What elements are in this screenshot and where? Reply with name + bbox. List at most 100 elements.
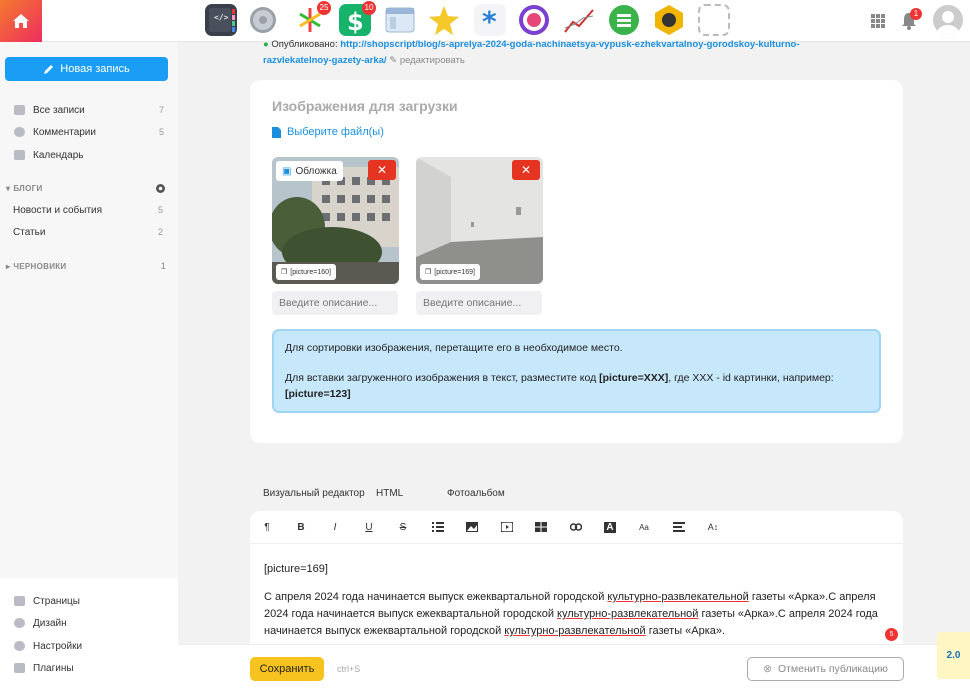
shop-app[interactable]: $ 10 (339, 1, 376, 36)
list-app[interactable] (608, 4, 640, 36)
cover-tag: ▣ Обложка (276, 161, 343, 181)
cover-label: Обложка (295, 165, 337, 177)
delete-image-button[interactable]: ✕ (512, 160, 540, 180)
align-button[interactable] (671, 519, 687, 535)
photo-app[interactable] (518, 4, 550, 36)
hexagon-app[interactable] (653, 4, 685, 36)
list-button[interactable] (430, 519, 446, 535)
bold-button[interactable]: B (293, 519, 309, 535)
published-info: ● Опубликовано: http://shopscript/blog/s… (263, 37, 863, 69)
insert-hint-text: , где XXX - id картинки, например: (668, 372, 834, 384)
font-size-button[interactable]: Aa (636, 519, 652, 535)
edit-url-link[interactable]: ✎ редактировать (389, 55, 465, 66)
sidebar-item-news[interactable]: Новости и события 5 (13, 201, 163, 219)
file-icon (272, 126, 281, 138)
italic-button[interactable]: I (327, 519, 343, 535)
star-app[interactable] (428, 4, 460, 36)
version-badge[interactable]: 2.0 (937, 632, 970, 679)
sidebar: Новая запись Все записи 7 Комментарии 5 … (0, 42, 178, 689)
home-icon (13, 14, 29, 28)
sidebar-bottom-menu: Страницы Дизайн Настройки Плагины (0, 578, 178, 689)
sidebar-item-pages[interactable]: Страницы (14, 592, 164, 610)
list-icon (432, 522, 444, 532)
comments-icon (14, 127, 25, 137)
sidebar-item-count: 2 (157, 227, 163, 237)
sidebar-item-comments[interactable]: Комментарии 5 (14, 123, 164, 141)
post-url-part2: razvlekatelnoy-gazety-arka/ (263, 55, 387, 66)
image-description-input[interactable] (272, 291, 398, 315)
link-button[interactable] (568, 519, 584, 535)
user-icon (937, 11, 959, 35)
image-thumbnail[interactable]: ✕ ❐ [picture=169] (416, 157, 543, 284)
video-button[interactable] (499, 519, 515, 535)
strikethrough-button[interactable]: S (395, 519, 411, 535)
bold-icon: B (297, 521, 305, 533)
empty-app-slot[interactable] (698, 4, 730, 36)
sidebar-item-label: Страницы (33, 595, 80, 607)
paragraph-button[interactable]: ¶ (259, 519, 275, 535)
text-run: газеты «Арка». (698, 608, 778, 620)
sidebar-item-label: Плагины (33, 662, 74, 674)
picture-code-tag[interactable]: ❐ [picture=169] (420, 264, 480, 280)
save-button[interactable]: Сохранить (250, 657, 324, 681)
code-editor-app[interactable]: </> (205, 4, 237, 36)
photo-app-icon (519, 5, 549, 35)
underline-icon: U (365, 521, 373, 533)
asterisk-app[interactable]: * (474, 4, 506, 38)
font-size-icon: Aa (639, 522, 649, 532)
sparkle-app[interactable]: 25 (294, 1, 331, 36)
unpublish-button[interactable]: ⊗ Отменить публикацию (747, 657, 904, 681)
gear-icon (14, 641, 25, 651)
image-button[interactable] (464, 519, 480, 535)
text-color-button[interactable]: A (602, 519, 618, 535)
graph-app-icon (564, 9, 594, 33)
sidebar-item-label: Дизайн (33, 617, 67, 629)
palette-icon (14, 618, 25, 628)
sidebar-item-count: 5 (158, 127, 164, 137)
window-app-icon (385, 7, 415, 33)
check-circle-icon: ● (263, 39, 269, 50)
new-post-button[interactable]: Новая запись (5, 57, 168, 81)
table-button[interactable] (533, 519, 549, 535)
paragraph-icon: ¶ (264, 521, 270, 533)
misspelled-word: культурно-развлекательной (607, 591, 749, 603)
choose-files-button[interactable]: Выберите файл(ы) (272, 126, 384, 138)
tab-html[interactable]: HTML (376, 488, 403, 499)
insert-hint-example: [picture=123] (285, 388, 351, 400)
editor-toolbar: ¶ B I U S A Aa A↕ (250, 511, 903, 544)
image-description-input[interactable] (416, 291, 542, 315)
spellcheck-error-badge[interactable]: 5 (885, 628, 898, 641)
tab-photo-album[interactable]: Фотоальбом (447, 488, 505, 499)
post-url-part1: http://shopscript/blog/s-aprelya-2024-go… (340, 39, 800, 50)
blogs-header[interactable]: ▾ БЛОГИ (6, 181, 166, 195)
line-height-button[interactable]: A↕ (705, 519, 721, 535)
home-button[interactable] (0, 0, 42, 42)
gear-app[interactable] (247, 4, 279, 36)
sidebar-item-articles[interactable]: Статьи 2 (13, 223, 163, 241)
cancel-circle-icon: ⊗ (763, 663, 772, 675)
gear-icon[interactable] (155, 183, 166, 194)
sort-hint: Для сортировки изображения, перетащите е… (285, 342, 623, 354)
picture-code: [picture=169] (434, 268, 475, 276)
post-url-link[interactable]: http://shopscript/blog/s-aprelya-2024-go… (263, 39, 800, 66)
sidebar-item-calendar[interactable]: Календарь (14, 146, 164, 164)
avatar[interactable] (933, 5, 963, 35)
tab-visual-editor[interactable]: Визуальный редактор (263, 488, 365, 499)
image-thumbnail[interactable]: ▣ Обложка ✕ ❐ [picture=160] (272, 157, 399, 284)
picture-code-tag[interactable]: ❐ [picture=160] (276, 264, 336, 280)
graph-app[interactable] (563, 4, 595, 36)
drafts-header[interactable]: ▸ ЧЕРНОВИКИ 1 (6, 259, 166, 273)
italic-icon: I (333, 521, 337, 533)
sidebar-item-settings[interactable]: Настройки (14, 637, 164, 655)
apps-grid-icon[interactable] (871, 14, 885, 28)
window-app[interactable] (384, 4, 416, 36)
document-icon (14, 105, 25, 115)
sidebar-item-design[interactable]: Дизайн (14, 614, 164, 632)
sidebar-item-label: Новости и события (13, 204, 103, 216)
delete-image-button[interactable]: ✕ (368, 160, 396, 180)
sidebar-item-plugins[interactable]: Плагины (14, 659, 164, 677)
underline-button[interactable]: U (361, 519, 377, 535)
editor-content[interactable]: [picture=169] С апреля 2024 года начинае… (264, 561, 889, 640)
bottom-action-bar: Сохранить ctrl+S ⊗ Отменить публикацию (178, 644, 970, 689)
sidebar-item-all-posts[interactable]: Все записи 7 (14, 101, 164, 119)
